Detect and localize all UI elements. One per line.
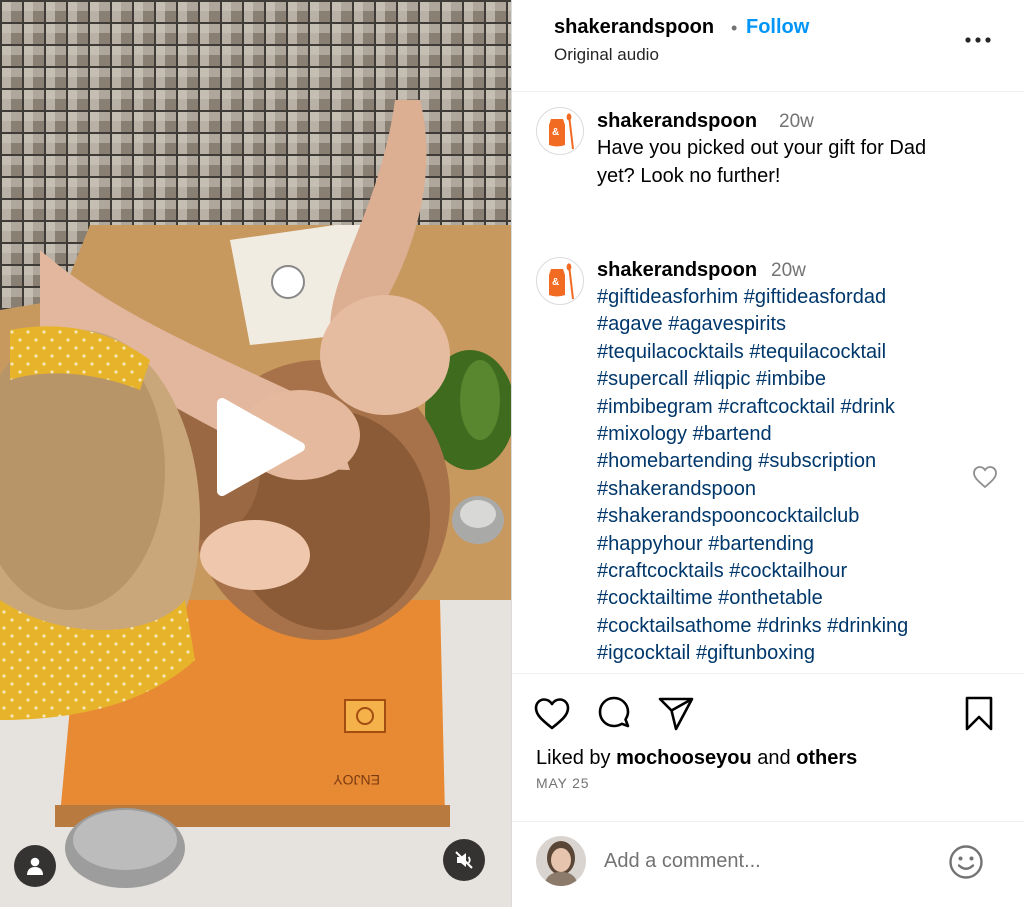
caption-timestamp[interactable]: 20w bbox=[779, 111, 814, 133]
hashtag-line: #tequilacocktails #tequilacocktail bbox=[597, 339, 977, 366]
hashtag-link[interactable]: #drinking bbox=[827, 615, 908, 637]
hashtag-link[interactable]: #subscription bbox=[758, 450, 876, 472]
hashtag-link[interactable]: #craftcocktail bbox=[718, 396, 835, 418]
hashtag-link[interactable]: #bartend bbox=[693, 423, 772, 445]
caption-text: Have you picked out your gift for Dad ye… bbox=[597, 137, 927, 187]
emoji-smile-icon bbox=[949, 845, 983, 879]
add-comment-input[interactable] bbox=[604, 844, 924, 878]
add-comment-bar bbox=[512, 821, 1024, 907]
more-horizontal-icon bbox=[965, 37, 991, 43]
mute-button[interactable] bbox=[443, 839, 485, 881]
reel-video[interactable]: ENJOY bbox=[0, 0, 511, 907]
likes-summary: Liked by mochooseyou and others bbox=[536, 747, 857, 770]
hashtag-link[interactable]: #supercall bbox=[597, 368, 688, 390]
hashtag-link[interactable]: #shakerandspooncocktailclub bbox=[597, 505, 859, 527]
hashtag-link[interactable]: #onthetable bbox=[718, 587, 823, 609]
hashtag-link[interactable]: #igcocktail bbox=[597, 642, 690, 664]
shaker-logo-icon: & bbox=[549, 263, 574, 300]
liker-username[interactable]: mochooseyou bbox=[616, 747, 752, 769]
hashtag-link[interactable]: #tequilacocktail bbox=[749, 341, 886, 363]
hashtag-link[interactable]: #bartending bbox=[708, 533, 814, 555]
svg-text:&: & bbox=[552, 277, 559, 288]
hashtag-link[interactable]: #cocktailsathome bbox=[597, 615, 752, 637]
like-button[interactable] bbox=[532, 694, 572, 734]
hashtag-link[interactable]: #agavespirits bbox=[668, 313, 786, 335]
comment-bubble-icon bbox=[598, 696, 630, 728]
hashtag-link[interactable]: #homebartending bbox=[597, 450, 753, 472]
hashtag-link[interactable]: #mixology bbox=[597, 423, 687, 445]
heart-icon bbox=[534, 698, 570, 730]
hashtag-link[interactable]: #tequilacocktails bbox=[597, 341, 744, 363]
author-username[interactable]: shakerandspoon bbox=[554, 16, 714, 39]
comment-button[interactable] bbox=[594, 694, 634, 734]
likes-others-link[interactable]: others bbox=[796, 747, 857, 769]
hashtag-line: #giftideasforhim #giftideasfordad bbox=[597, 284, 977, 311]
hashtag-line: #happyhour #bartending bbox=[597, 531, 977, 558]
send-icon bbox=[658, 697, 694, 731]
current-user-photo bbox=[536, 836, 586, 886]
header-separator: • bbox=[731, 18, 738, 38]
post-date[interactable]: MAY 25 bbox=[536, 775, 589, 791]
more-options-button[interactable] bbox=[963, 26, 993, 54]
tagged-users-button[interactable] bbox=[14, 845, 56, 887]
post-details-panel: shakerandspoon • Follow Original audio &… bbox=[512, 0, 1024, 907]
comment-username[interactable]: shakerandspoon bbox=[597, 259, 757, 282]
svg-text:&: & bbox=[552, 127, 559, 138]
hashtag-line: #mixology #bartend bbox=[597, 421, 977, 448]
emoji-picker-button[interactable] bbox=[947, 843, 985, 881]
comment-hashtags: #giftideasforhim #giftideasfordad #agave… bbox=[597, 284, 977, 668]
play-button[interactable] bbox=[206, 395, 310, 499]
comment-like-button[interactable] bbox=[972, 465, 998, 489]
caption-username[interactable]: shakerandspoon bbox=[597, 110, 757, 133]
play-icon bbox=[217, 398, 305, 496]
comments-list[interactable]: & shakerandspoon 20w Have you picked out… bbox=[512, 93, 1024, 673]
shaker-logo-icon: & bbox=[549, 113, 574, 150]
svg-text:ENJOY: ENJOY bbox=[333, 772, 380, 788]
share-button[interactable] bbox=[656, 694, 696, 734]
hashtag-line: #cocktailsathome #drinks #drinking bbox=[597, 613, 977, 640]
hashtag-link[interactable]: #happyhour bbox=[597, 533, 703, 555]
hashtag-line: #cocktailtime #onthetable bbox=[597, 585, 977, 612]
commenter-avatar[interactable]: & bbox=[536, 257, 584, 305]
hashtag-link[interactable]: #drink bbox=[840, 396, 894, 418]
hashtag-link[interactable]: #imbibe bbox=[756, 368, 826, 390]
comment-timestamp[interactable]: 20w bbox=[771, 260, 806, 282]
hashtag-link[interactable]: #imbibegram bbox=[597, 396, 713, 418]
hashtag-line: #homebartending #subscription bbox=[597, 448, 977, 475]
hashtag-line: #shakerandspoon bbox=[597, 476, 977, 503]
audio-muted-icon bbox=[455, 851, 473, 869]
hashtag-line: #craftcocktails #cocktailhour bbox=[597, 558, 977, 585]
follow-button[interactable]: Follow bbox=[746, 16, 809, 39]
hashtag-link[interactable]: #craftcocktails bbox=[597, 560, 724, 582]
hashtag-link[interactable]: #shakerandspoon bbox=[597, 478, 756, 500]
hashtag-link[interactable]: #giftunboxing bbox=[696, 642, 815, 664]
hashtag-link[interactable]: #cocktailhour bbox=[729, 560, 847, 582]
audio-link[interactable]: Original audio bbox=[554, 45, 659, 65]
hashtag-link[interactable]: #cocktailtime bbox=[597, 587, 713, 609]
hashtag-link[interactable]: #drinks bbox=[757, 615, 821, 637]
hashtag-link[interactable]: #liqpic bbox=[694, 368, 751, 390]
user-icon bbox=[27, 857, 43, 875]
hashtag-link[interactable]: #giftideasfordad bbox=[744, 286, 886, 308]
save-button[interactable] bbox=[959, 694, 999, 734]
heart-outline-icon bbox=[973, 466, 997, 489]
hashtag-line: #imbibegram #craftcocktail #drink bbox=[597, 394, 977, 421]
hashtag-line: #shakerandspooncocktailclub bbox=[597, 503, 977, 530]
bookmark-icon bbox=[965, 696, 993, 731]
post-actions: Liked by mochooseyou and others MAY 25 bbox=[512, 673, 1024, 821]
hashtag-link[interactable]: #giftideasforhim bbox=[597, 286, 738, 308]
current-user-avatar[interactable] bbox=[536, 836, 586, 886]
likes-prefix: Liked by bbox=[536, 747, 611, 769]
hashtag-link[interactable]: #agave bbox=[597, 313, 663, 335]
hashtag-line: #agave #agavespirits bbox=[597, 311, 977, 338]
post-header: shakerandspoon • Follow Original audio bbox=[512, 0, 1024, 92]
hashtag-line: #supercall #liqpic #imbibe bbox=[597, 366, 977, 393]
hashtag-line: #igcocktail #giftunboxing bbox=[597, 640, 977, 667]
likes-connector: and bbox=[757, 747, 791, 769]
author-avatar[interactable]: & bbox=[536, 107, 584, 155]
